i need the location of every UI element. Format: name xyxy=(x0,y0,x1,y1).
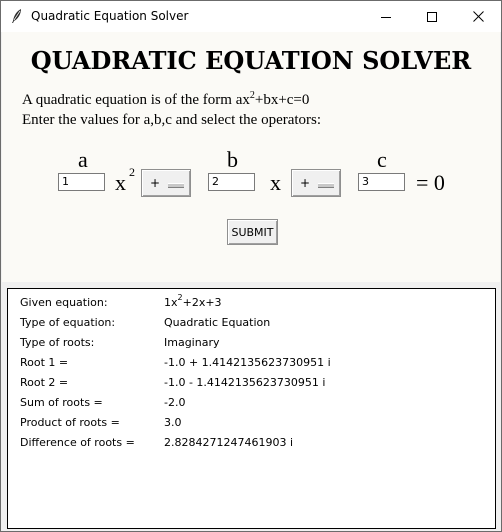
difference-of-roots-value: 2.8284271247461903 i xyxy=(164,436,294,449)
form-description: A quadratic equation is of the form ax2+… xyxy=(22,91,310,109)
x-variable: x xyxy=(270,170,281,195)
coefficient-a-input[interactable]: 1 xyxy=(58,173,105,191)
operator-1-value: + xyxy=(150,176,161,190)
dropdown-indicator-icon xyxy=(318,183,334,188)
root-2-label: Root 2 = xyxy=(20,376,69,389)
results-panel: Given equation: 1x2+2x+3 Type of equatio… xyxy=(7,288,496,529)
equation-type-value: Quadratic Equation xyxy=(164,316,271,329)
app-window: Quadratic Equation Solver QUADRATIC EQUA… xyxy=(0,0,502,532)
root-2-value: -1.0 - 1.4142135623730951 i xyxy=(164,376,326,389)
title-bar[interactable]: Quadratic Equation Solver xyxy=(1,1,501,32)
dropdown-indicator-icon xyxy=(168,183,184,188)
result-row: Given equation: 1x2+2x+3 xyxy=(8,294,495,316)
window-title: Quadratic Equation Solver xyxy=(31,9,189,23)
product-of-roots-value: 3.0 xyxy=(164,416,182,429)
label-c: c xyxy=(377,147,387,172)
form-description-prefix: A quadratic equation is of the form ax xyxy=(22,92,250,108)
feather-icon xyxy=(12,9,21,23)
result-row: Product of roots = 3.0 xyxy=(8,416,495,436)
operator-2-value: + xyxy=(300,176,311,190)
result-row: Root 2 = -1.0 - 1.4142135623730951 i xyxy=(8,376,495,396)
close-icon xyxy=(472,11,484,22)
form-instructions: Enter the values for a,b,c and select th… xyxy=(22,112,322,128)
root-1-label: Root 1 = xyxy=(20,356,69,369)
label-a: a xyxy=(78,147,88,172)
page-title: QUADRATIC EQUATION SOLVER xyxy=(30,46,472,75)
form-description-suffix: +bx+c=0 xyxy=(254,92,310,108)
roots-type-value: Imaginary xyxy=(164,336,220,349)
given-equation-rest: +2x+3 xyxy=(182,296,222,309)
label-b: b xyxy=(227,147,238,172)
operator-1-menu[interactable]: + xyxy=(141,169,191,197)
maximize-icon xyxy=(427,11,437,22)
given-equation-label: Given equation: xyxy=(20,296,108,309)
result-row: Sum of roots = -2.0 xyxy=(8,396,495,416)
minimize-icon xyxy=(381,16,391,18)
difference-of-roots-label: Difference of roots = xyxy=(20,436,135,449)
coefficient-b-input[interactable]: 2 xyxy=(208,173,255,191)
equals-zero: = 0 xyxy=(416,170,445,195)
result-row: Type of roots: Imaginary xyxy=(8,336,495,356)
minimize-button[interactable] xyxy=(363,1,409,32)
result-row: Type of equation: Quadratic Equation xyxy=(8,316,495,336)
given-equation-value: 1x2+2x+3 xyxy=(164,294,222,310)
result-row: Difference of roots = 2.8284271247461903… xyxy=(8,436,495,456)
operator-2-menu[interactable]: + xyxy=(291,169,341,197)
x-squared-exponent: 2 xyxy=(129,165,135,179)
product-of-roots-label: Product of roots = xyxy=(20,416,120,429)
result-row: Root 1 = -1.0 + 1.4142135623730951 i xyxy=(8,356,495,376)
submit-button[interactable]: SUBMIT xyxy=(227,219,278,245)
sum-of-roots-label: Sum of roots = xyxy=(20,396,103,409)
sum-of-roots-value: -2.0 xyxy=(164,396,186,409)
maximize-button[interactable] xyxy=(409,1,455,32)
roots-type-label: Type of roots: xyxy=(20,336,95,349)
close-button[interactable] xyxy=(455,1,501,32)
given-equation-coefficient: 1x xyxy=(164,296,178,309)
root-1-value: -1.0 + 1.4142135623730951 i xyxy=(164,356,331,369)
x-squared-variable: x xyxy=(115,170,126,195)
coefficient-c-input[interactable]: 3 xyxy=(358,173,405,191)
input-panel: QUADRATIC EQUATION SOLVER A quadratic eq… xyxy=(2,32,500,282)
equation-type-label: Type of equation: xyxy=(20,316,116,329)
